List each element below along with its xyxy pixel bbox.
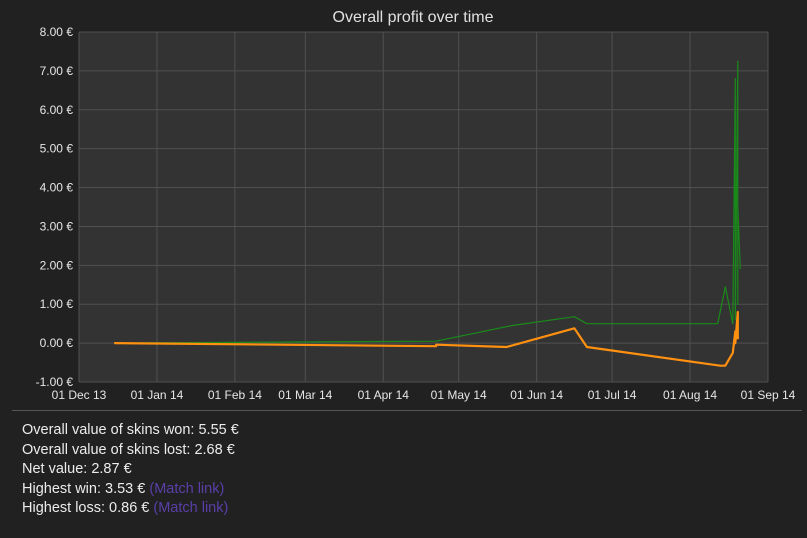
stat-skins-won: Overall value of skins won: 5.55 € <box>22 422 239 438</box>
highest-win-text: Highest win: 3.53 € <box>22 480 146 497</box>
x-tick-label: 01 Jul 14 <box>588 388 637 402</box>
stat-net-value: Net value: 2.87 € <box>22 461 132 477</box>
x-tick-label: 01 Mar 14 <box>278 388 332 402</box>
plot-area <box>79 32 768 382</box>
y-tick-label: 1.00 € <box>40 297 74 311</box>
x-axis-ticks: 01 Dec 13 01 Jan 14 01 Feb 14 01 Mar 14 01 A… <box>52 388 796 402</box>
y-tick-label: 2.00 € <box>40 258 74 272</box>
divider <box>12 410 802 411</box>
y-tick-label: -1.00 € <box>36 375 74 389</box>
x-tick-label: 01 Aug 14 <box>663 388 717 402</box>
y-tick-label: 8.00 € <box>40 25 74 39</box>
stat-highest-win: Highest win: 3.53 € (Match link) <box>22 480 239 500</box>
y-tick-label: 4.00 € <box>40 181 74 195</box>
y-tick-label: 0.00 € <box>40 336 74 350</box>
highest-win-match-link[interactable]: (Match link) <box>149 481 224 497</box>
x-tick-label: 01 Dec 13 <box>52 388 107 402</box>
highest-loss-match-link[interactable]: (Match link) <box>153 500 228 516</box>
x-tick-label: 01 Jan 14 <box>131 388 184 402</box>
chart-title: Overall profit over time <box>333 9 494 26</box>
y-tick-label: 7.00 € <box>40 64 74 78</box>
x-tick-label: 01 Sep 14 <box>741 388 796 402</box>
stats-panel: Overall value of skins won: 5.55 € Overa… <box>22 421 239 519</box>
stat-highest-loss: Highest loss: 0.86 € (Match link) <box>22 499 239 519</box>
y-tick-label: 3.00 € <box>40 219 74 233</box>
x-tick-label: 01 Feb 14 <box>208 388 262 402</box>
stat-skins-lost: Overall value of skins lost: 2.68 € <box>22 441 235 458</box>
y-tick-label: 6.00 € <box>40 103 74 117</box>
chart-svg: Overall profit over time 8.00 € 7.00 € 6.0… <box>36 9 796 402</box>
highest-loss-text: Highest loss: 0.86 € <box>22 500 150 516</box>
x-tick-label: 01 Jun 14 <box>510 388 563 402</box>
x-tick-label: 01 May 14 <box>431 388 487 402</box>
y-axis-ticks: 8.00 € 7.00 € 6.00 € 5.00 € 4.00 € 3.00 € 2.00… <box>36 25 74 389</box>
y-tick-label: 5.00 € <box>40 142 74 156</box>
profit-chart: Overall profit over time 8.00 € 7.00 € 6.0… <box>0 0 807 410</box>
x-tick-label: 01 Apr 14 <box>358 388 410 402</box>
